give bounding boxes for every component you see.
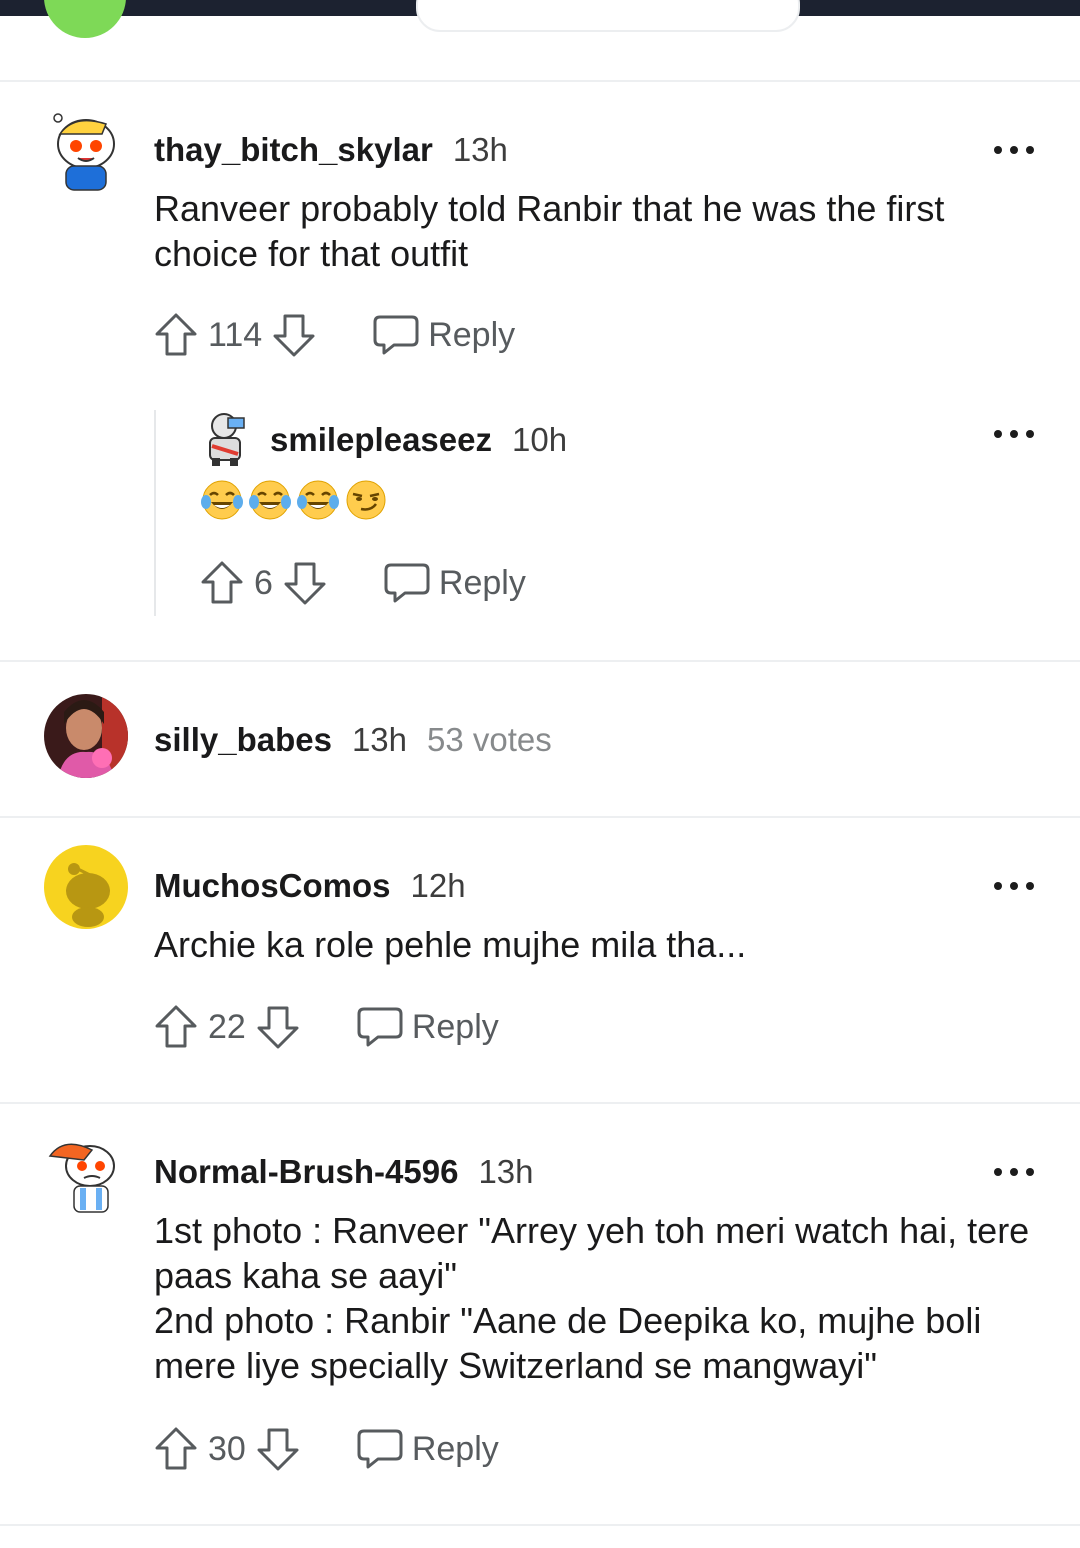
collapsed-votes: 53 votes	[427, 721, 552, 758]
username[interactable]: silly_babes	[154, 721, 332, 758]
comment-text: Archie ka role pehle mujhe mila tha...	[154, 924, 747, 965]
divider	[0, 1524, 1080, 1526]
more-options-icon[interactable]	[994, 140, 1034, 160]
comment-meta: MuchosComos 12h	[154, 866, 466, 906]
vote-count: 114	[208, 315, 263, 354]
upvote-icon[interactable]	[154, 311, 198, 359]
comment-text-line-1: 1st photo : Ranveer "Arrey yeh toh meri …	[154, 1210, 1030, 1296]
more-options-icon[interactable]	[994, 424, 1034, 444]
reply-label: Reply	[411, 1429, 499, 1468]
reply-bubble-icon	[384, 563, 430, 603]
comment-body: Ranveer probably told Ranbir that he was…	[154, 186, 1034, 276]
reply-label: Reply	[411, 1007, 499, 1046]
reply-button[interactable]: Reply	[356, 1427, 499, 1471]
snoo-avatar-icon[interactable]	[44, 1130, 128, 1214]
vote-count: 30	[208, 1429, 246, 1468]
reply-avatar-icon[interactable]	[200, 410, 252, 466]
reply-label: Reply	[438, 563, 526, 602]
comment-body: 1st photo : Ranveer "Arrey yeh toh meri …	[154, 1208, 1034, 1388]
reply-bubble-icon	[357, 1007, 403, 1047]
reply-actions: 6 Reply	[200, 558, 526, 608]
upvote-icon[interactable]	[154, 1003, 198, 1051]
thread-line[interactable]	[154, 410, 156, 616]
previous-comment-pill[interactable]	[416, 0, 800, 32]
comment-text-line-2: 2nd photo : Ranbir "Aane de Deepika ko, …	[154, 1300, 982, 1386]
vote-count: 6	[254, 563, 273, 602]
downvote-icon[interactable]	[272, 311, 316, 359]
username[interactable]: MuchosComos	[154, 867, 391, 904]
face-with-tears-of-joy-icon	[201, 480, 243, 520]
reply-meta: smilepleaseez 10h	[270, 420, 567, 460]
comment-actions: 114 Reply	[154, 310, 515, 360]
timestamp: 13h	[478, 1153, 534, 1190]
reply-button[interactable]: Reply	[356, 1005, 499, 1049]
user-avatar[interactable]	[44, 694, 128, 778]
divider	[0, 1102, 1080, 1104]
divider	[0, 660, 1080, 662]
downvote-icon[interactable]	[256, 1003, 300, 1051]
reply-bubble-icon	[357, 1429, 403, 1469]
downvote-icon[interactable]	[283, 559, 327, 607]
reply-button[interactable]: Reply	[372, 313, 515, 357]
previous-comment-avatar[interactable]	[44, 0, 126, 38]
comment-text: Ranveer probably told Ranbir that he was…	[154, 188, 945, 274]
reply-button[interactable]: Reply	[383, 561, 526, 605]
divider	[0, 816, 1080, 818]
more-options-icon[interactable]	[994, 1162, 1034, 1182]
face-with-tears-of-joy-icon	[297, 480, 339, 520]
more-options-icon[interactable]	[994, 876, 1034, 896]
comment-meta: Normal-Brush-4596 13h	[154, 1152, 534, 1192]
comment-body: Archie ka role pehle mujhe mila tha...	[154, 922, 1034, 967]
timestamp: 10h	[511, 421, 568, 458]
smirking-face-icon	[346, 480, 386, 520]
comment-meta: thay_bitch_skylar 13h	[154, 130, 508, 170]
upvote-icon[interactable]	[154, 1425, 198, 1473]
reply-label: Reply	[428, 315, 516, 354]
timestamp: 12h	[410, 867, 466, 904]
timestamp: 13h	[452, 131, 508, 168]
username[interactable]: Normal-Brush-4596	[154, 1153, 458, 1190]
face-with-tears-of-joy-icon	[249, 480, 291, 520]
comment-actions: 30 Reply	[154, 1424, 499, 1474]
divider	[0, 80, 1080, 82]
downvote-icon[interactable]	[256, 1425, 300, 1473]
snoo-avatar-icon[interactable]	[44, 108, 128, 192]
reply-bubble-icon	[373, 315, 419, 355]
comment-meta: silly_babes 13h 53 votes	[154, 720, 552, 760]
vote-count: 22	[208, 1007, 246, 1046]
upvote-icon[interactable]	[200, 559, 244, 607]
snoo-avatar-icon[interactable]	[44, 845, 128, 929]
reply-body-emojis	[200, 478, 388, 522]
comment-actions: 22 Reply	[154, 1002, 499, 1052]
username[interactable]: smilepleaseez	[270, 421, 492, 458]
username[interactable]: thay_bitch_skylar	[154, 131, 433, 168]
timestamp: 13h	[351, 721, 408, 758]
